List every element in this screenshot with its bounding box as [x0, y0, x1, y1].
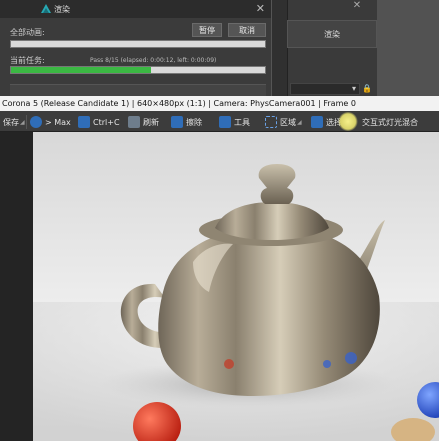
copy-button[interactable]: Ctrl+C — [78, 115, 120, 129]
send-to-max-button[interactable]: > Max — [30, 115, 71, 129]
reflection-blue — [345, 352, 357, 364]
interactive-lightmix-label: 交互式灯光混合 — [362, 117, 418, 127]
cursor-highlight — [338, 112, 358, 131]
tools-button[interactable]: 工具 — [219, 115, 250, 129]
select-icon — [311, 116, 323, 128]
vfb-title-bar: Corona 5 (Release Candidate 1) | 640×480… — [0, 96, 439, 111]
dialog-titlebar: 渲染 ✕ — [0, 0, 271, 18]
lock-icon[interactable]: 🔒 — [362, 83, 372, 95]
reflection-red — [224, 359, 234, 369]
save-button[interactable]: 保存 ◢ — [3, 115, 25, 129]
all-frames-progress-bar — [10, 40, 266, 48]
current-task-progress-bar — [10, 66, 266, 74]
interactive-lightmix-button[interactable]: 交互式灯光混合 — [362, 115, 418, 129]
region-label: 区域 — [280, 117, 296, 127]
reflection-blue — [323, 360, 331, 368]
dialog-bottom-strip — [10, 84, 266, 96]
chevron-down-icon: ◢ — [297, 118, 302, 126]
region-icon — [265, 116, 277, 128]
teapot-body — [158, 226, 380, 396]
render-button[interactable]: 渲染 — [287, 20, 377, 48]
teapot-knob — [258, 164, 296, 204]
background-viewport — [377, 0, 439, 96]
refresh-label: 刷新 — [143, 117, 159, 127]
close-icon[interactable]: ✕ — [346, 0, 368, 12]
task-detail: Pass 8/15 (elapsed: 0:00:12, left: 0:00:… — [90, 57, 217, 64]
refresh-icon — [128, 116, 140, 128]
clear-icon — [171, 116, 183, 128]
region-button[interactable]: 区域 ◢ — [265, 115, 302, 129]
current-task-label: 当前任务: — [10, 56, 45, 65]
dialog-title: 渲染 — [54, 4, 70, 14]
teapot-render — [33, 132, 439, 441]
vfb-toolbar: 保存 ◢ > Max Ctrl+C 刷新 擦除 工具 区域 ◢ 选择 交互式灯光… — [0, 111, 439, 132]
tools-label: 工具 — [234, 117, 250, 127]
copy-icon — [78, 116, 90, 128]
max-icon — [30, 116, 42, 128]
toolbar-separator — [26, 115, 27, 129]
chevron-down-icon[interactable]: ▾ — [349, 83, 359, 95]
render-image[interactable] — [33, 132, 439, 441]
save-label: 保存 — [3, 117, 19, 127]
render-setup-inner — [287, 0, 377, 96]
chevron-down-icon: ◢ — [20, 118, 25, 126]
progress-fill — [11, 67, 151, 73]
clear-button[interactable]: 擦除 — [171, 115, 202, 129]
send-to-max-label: > Max — [45, 117, 71, 127]
max-logo-icon — [41, 4, 51, 13]
render-progress-dialog: 渲染 ✕ 全部动画: 暂停 取消 当前任务: Pass 8/15 (elapse… — [0, 0, 272, 96]
clear-label: 擦除 — [186, 117, 202, 127]
pause-button[interactable]: 暂停 — [192, 23, 222, 37]
all-frames-label: 全部动画: — [10, 28, 45, 37]
copy-label: Ctrl+C — [93, 117, 120, 127]
cancel-button[interactable]: 取消 — [228, 23, 266, 37]
close-icon[interactable]: ✕ — [256, 2, 265, 16]
refresh-button[interactable]: 刷新 — [128, 115, 159, 129]
tools-icon — [219, 116, 231, 128]
